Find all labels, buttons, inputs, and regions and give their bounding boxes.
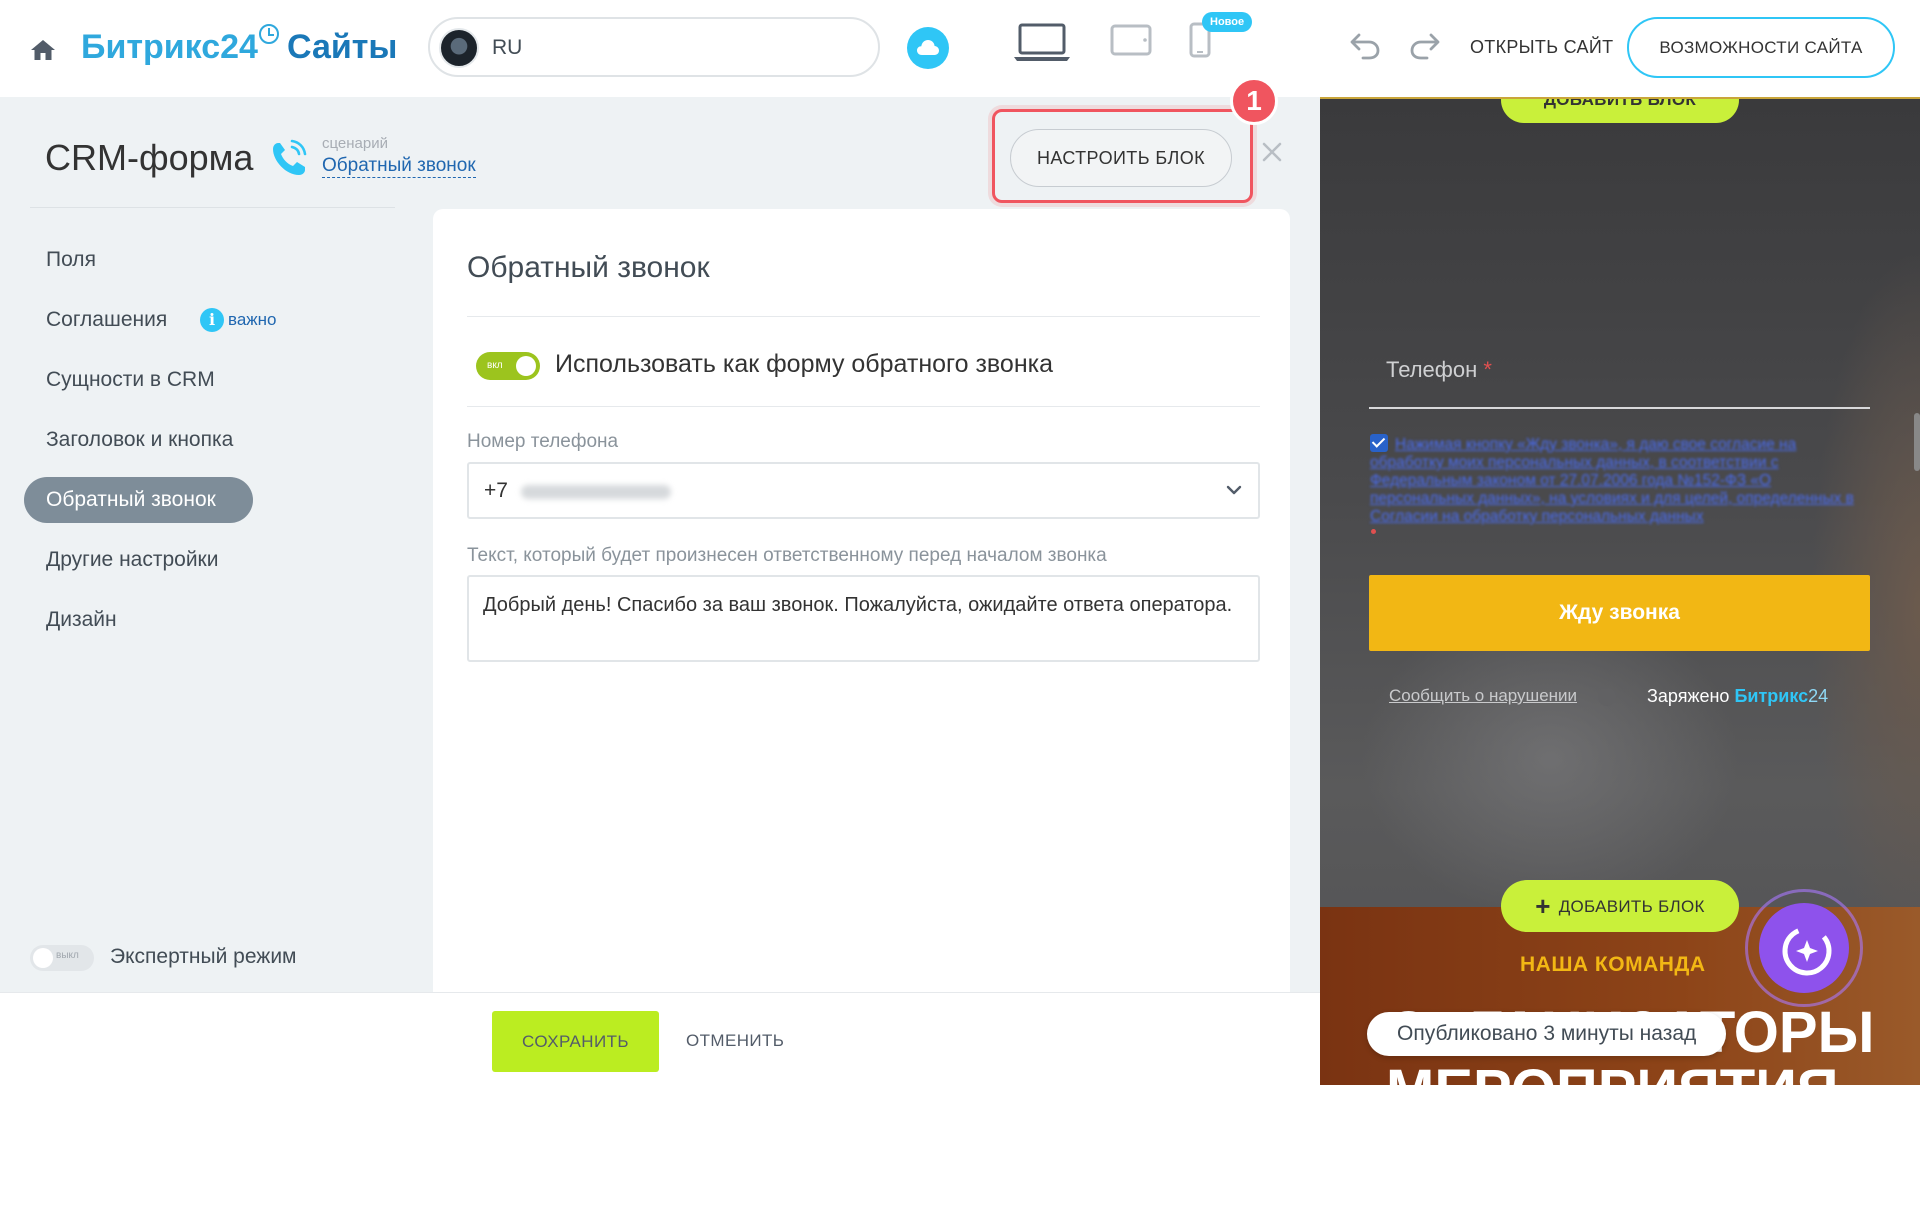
site-language: RU [492, 36, 523, 59]
event-heading: МЕРОПРИЯТИЯ [1386, 1062, 1839, 1086]
step-badge: 1 [1230, 77, 1278, 125]
plus-icon: + [1535, 891, 1551, 921]
close-icon[interactable] [1262, 142, 1282, 162]
tablet-icon[interactable] [1110, 24, 1152, 56]
home-icon[interactable] [30, 38, 56, 62]
menu-item-design[interactable]: Дизайн [24, 597, 374, 643]
save-button[interactable]: СОХРАНИТЬ [492, 1011, 659, 1072]
bottom-bar: СОХРАНИТЬ ОТМЕНИТЬ [0, 992, 1320, 1215]
redo-icon[interactable] [1409, 32, 1441, 60]
divider [467, 406, 1260, 407]
chevron-down-icon [1226, 485, 1242, 495]
card-title: Обратный звонок [467, 251, 710, 284]
menu-item-fields[interactable]: Поля [24, 237, 374, 283]
configure-block-button[interactable]: НАСТРОИТЬ БЛОК [1010, 129, 1232, 187]
phone-number-label: Номер телефона [467, 431, 619, 452]
report-violation-link[interactable]: Сообщить о нарушении [1389, 686, 1577, 706]
page-title: CRM-форма [45, 137, 254, 178]
preview-phone-underline [1369, 407, 1870, 409]
divider [467, 316, 1260, 317]
info-icon: i [200, 308, 224, 332]
menu-item-header-button[interactable]: Заголовок и кнопка [24, 417, 374, 463]
add-block-button-top[interactable]: ДОБАВИТЬ БЛОК [1501, 99, 1739, 123]
menu-item-callback[interactable]: Обратный звонок [24, 477, 253, 523]
required-dot [1371, 529, 1376, 534]
expert-mode-label: Экспертный режим [110, 945, 297, 968]
side-menu: Поля Соглашения i важно Сущности в CRM За… [24, 237, 374, 657]
menu-item-crm-entities[interactable]: Сущности в CRM [24, 357, 374, 403]
powered-by[interactable]: Заряжено Битрикс24 [1647, 686, 1828, 707]
undo-icon[interactable] [1349, 32, 1381, 60]
expert-mode-toggle[interactable]: выкл [30, 945, 94, 971]
laptop-icon[interactable] [1013, 22, 1071, 62]
callback-form-toggle-label: Использовать как форму обратного звонка [555, 350, 1054, 378]
app-logo[interactable]: Битрикс24 Сайты [81, 24, 397, 67]
team-label: НАША КОМАНДА [1520, 953, 1706, 976]
site-preview: ДОБАВИТЬ БЛОК Телефон * Нажимая кнопку «… [1320, 97, 1920, 1085]
consent-text[interactable]: Нажимая кнопку «Жду звонка», я даю свое … [1370, 436, 1870, 526]
speech-text-input[interactable]: Добрый день! Спасибо за ваш звонок. Пожа… [467, 575, 1260, 662]
site-avatar [439, 28, 479, 68]
site-selector[interactable]: RU [428, 17, 880, 77]
scenario-label: сценарий [322, 135, 388, 152]
phone-number-select[interactable]: +7 [467, 462, 1260, 519]
phone-call-icon [273, 139, 307, 175]
new-badge: Новое [1202, 12, 1253, 32]
settings-panel: CRM-форма сценарий Обратный звонок НАСТР… [0, 77, 1320, 992]
blurred-phone-digits [521, 485, 671, 499]
preview-phone-field[interactable]: Телефон * [1386, 357, 1492, 383]
cloud-icon [917, 40, 939, 55]
clock-icon [258, 24, 279, 44]
open-site-link[interactable]: ОТКРЫТЬ САЙТ [1470, 37, 1613, 58]
cloud-save-button[interactable] [907, 27, 949, 69]
cancel-button[interactable]: ОТМЕНИТЬ [686, 1031, 784, 1051]
callback-settings-card: Обратный звонок вкл Использовать как фор… [433, 209, 1290, 992]
menu-item-agreements[interactable]: Соглашения i важно [24, 297, 374, 343]
add-block-button-bottom[interactable]: + ДОБАВИТЬ БЛОК [1501, 880, 1739, 932]
callback-form-toggle[interactable]: вкл [476, 352, 540, 380]
wait-call-button[interactable]: Жду звонка [1369, 575, 1870, 651]
scenario-link[interactable]: Обратный звонок [322, 155, 476, 178]
help-icon[interactable] [1598, 688, 1616, 706]
menu-divider [30, 207, 395, 208]
top-bar: Битрикс24 Сайты RU Новое ОТКРЫТЬ САЙТ ВОЗ… [0, 0, 1920, 97]
menu-item-other-settings[interactable]: Другие настройки [24, 537, 374, 583]
copilot-button[interactable] [1745, 889, 1863, 1007]
important-badge[interactable]: i важно [200, 308, 277, 332]
speech-text-label: Текст, который будет произнесен ответств… [467, 545, 1107, 566]
copilot-icon [1782, 926, 1832, 976]
published-status: Опубликовано 3 минуты назад [1367, 1012, 1727, 1056]
preview-scrollbar[interactable] [1914, 413, 1920, 471]
site-features-button[interactable]: ВОЗМОЖНОСТИ САЙТА [1627, 17, 1895, 78]
